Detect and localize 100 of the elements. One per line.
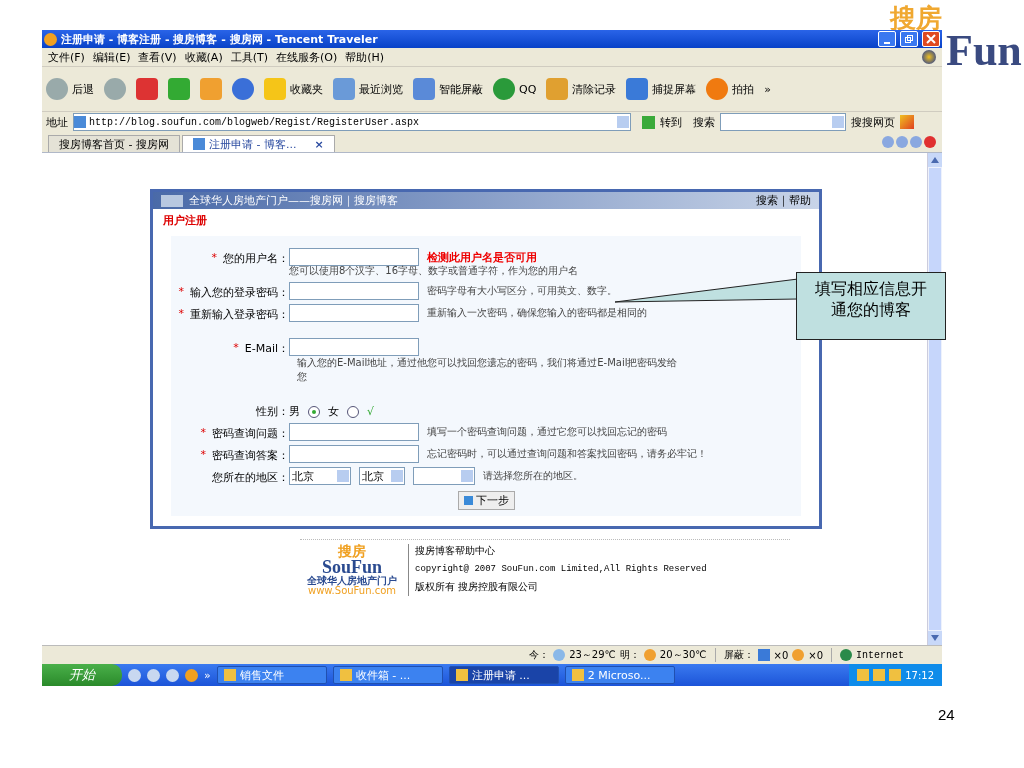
menu-item[interactable]: 在线服务(O)	[276, 49, 338, 65]
status-label: 屏蔽：	[723, 648, 754, 662]
toolbar-button[interactable]	[136, 78, 158, 100]
status-text: 23～29℃	[569, 648, 616, 662]
header-links[interactable]: 搜索｜帮助	[756, 193, 811, 208]
status-text: 20～30℃	[659, 648, 707, 662]
tab-control-icon[interactable]	[910, 136, 922, 148]
field-label: 您所在的地区：	[212, 470, 289, 485]
copyright-text: copyright@ 2007 SouFun.com Limited,All Rights Reserved	[415, 564, 707, 574]
radio-button[interactable]	[308, 405, 320, 418]
toolbar-button[interactable]: 收藏夹	[264, 78, 323, 100]
toolbar-button[interactable]: 最近浏览	[333, 78, 403, 100]
check-mark: √	[367, 405, 374, 418]
menu-item[interactable]: 查看(V)	[138, 49, 177, 65]
hint-text: 密码字母有大小写区分，可用英文、数字。	[427, 284, 617, 298]
select-dropdown[interactable]: 北京	[359, 467, 405, 485]
logo-icon	[161, 194, 183, 207]
taskbar-task[interactable]: 注册申请 ...	[448, 666, 559, 684]
radio-button[interactable]	[347, 405, 359, 418]
input-field[interactable]	[289, 282, 419, 300]
taskbar-task[interactable]: 销售文件	[216, 666, 327, 684]
browser-tab[interactable]: 注册申请 - 博客... ×	[181, 135, 335, 152]
required-mark: *	[233, 341, 239, 356]
menu-item[interactable]: 编辑(E)	[92, 49, 131, 65]
tray-icon[interactable]	[873, 669, 886, 681]
radio-label: 女	[328, 404, 339, 419]
browser-tab[interactable]: 搜房博客首页 - 搜房网	[48, 135, 180, 152]
required-mark: *	[178, 307, 184, 322]
site-title: 全球华人房地产门户——搜房网｜搜房博客	[189, 193, 398, 208]
select-dropdown[interactable]	[413, 467, 475, 485]
toolbar-button[interactable]: 智能屏蔽	[413, 78, 483, 100]
logo-url: www.SouFun.com	[308, 586, 396, 596]
toolbar-button[interactable]: 清除记录	[546, 78, 617, 100]
input-field[interactable]	[289, 304, 419, 322]
close-icon[interactable]	[924, 136, 936, 148]
input-field[interactable]	[289, 248, 419, 266]
restore-icon	[904, 34, 914, 44]
toolbar-button[interactable]: 捕捉屏幕	[626, 78, 697, 100]
scroll-down-icon[interactable]	[928, 631, 942, 645]
taskbar-task[interactable]: 收件箱 - ...	[332, 666, 443, 684]
restore-button[interactable]	[900, 31, 918, 47]
minimize-button[interactable]	[878, 31, 896, 47]
hint-text: 输入您的E-Mail地址，通过他您可以找回您遗忘的密码，我们将通过E-Mail把密码发给您	[297, 356, 679, 384]
toolbar-button[interactable]	[168, 78, 190, 100]
search-label: 搜索	[693, 114, 715, 130]
hint-text: 您可以使用8个汉字、16字母、数字或普通字符，作为您的用户名	[289, 264, 580, 278]
required-mark: *	[211, 251, 217, 266]
menu-item[interactable]: 帮助(H)	[345, 49, 385, 65]
tab-control-icon[interactable]	[882, 136, 894, 148]
field-label: 输入您的登录密码：	[190, 285, 289, 300]
input-field[interactable]	[289, 338, 419, 356]
help-link[interactable]: 搜房博客帮助中心	[415, 544, 707, 558]
field-label: 密码查询答案：	[212, 448, 289, 463]
taskbar-task[interactable]: 2 Microso...	[564, 666, 675, 684]
search-engine-button[interactable]: 搜搜网页	[851, 114, 895, 130]
toolbar-button[interactable]	[232, 78, 254, 100]
address-field[interactable]: http://blog.soufun.com/blogweb/Regist/RegisterUser.aspx	[73, 113, 631, 131]
toolbar-button[interactable]	[104, 78, 126, 100]
field-label: 密码查询问题：	[212, 426, 289, 441]
status-label: 明：	[619, 648, 640, 662]
required-mark: *	[178, 285, 184, 300]
tray-icon[interactable]	[857, 669, 870, 681]
quick-launch-icon[interactable]	[128, 668, 141, 682]
required-mark: *	[200, 426, 206, 441]
tab-control-icon[interactable]	[896, 136, 908, 148]
check-link[interactable]: 检测此用户名是否可用	[427, 249, 537, 265]
toolbar-button[interactable]: 后退	[46, 78, 94, 100]
start-button[interactable]: 开始	[42, 664, 122, 686]
menu-item[interactable]: 收藏(A)	[184, 49, 223, 65]
input-field[interactable]	[289, 423, 419, 441]
status-text: ×0	[808, 649, 823, 661]
menu-item[interactable]: 工具(T)	[230, 49, 268, 65]
status-text: ×0	[773, 649, 789, 661]
input-field[interactable]	[289, 445, 419, 463]
minimize-icon	[884, 41, 890, 44]
logo-text: Fun	[946, 29, 1022, 73]
clock: 17:12	[905, 669, 934, 681]
menu-item[interactable]: 文件(F)	[48, 49, 85, 65]
field-label: E-Mail：	[244, 341, 289, 356]
zone-text: Internet	[856, 649, 905, 661]
select-dropdown[interactable]: 北京	[289, 467, 351, 485]
search-field[interactable]	[720, 113, 846, 131]
next-button[interactable]: 下一步	[457, 491, 515, 510]
app-icon	[44, 32, 57, 46]
page-number: 24	[938, 706, 955, 723]
required-mark: *	[200, 448, 206, 463]
close-button[interactable]	[922, 31, 940, 47]
tray-icon[interactable]	[889, 669, 902, 681]
quick-launch-icon[interactable]	[185, 668, 198, 682]
toolbar-button[interactable]: 拍拍	[706, 78, 755, 100]
quick-launch-icon[interactable]	[166, 668, 179, 682]
field-label: 重新输入登录密码：	[190, 307, 289, 322]
go-button[interactable]: 转到	[636, 114, 688, 130]
status-label: 今：	[529, 648, 550, 662]
scroll-up-icon[interactable]	[928, 153, 942, 167]
hint-text: 填写一个密码查询问题，通过它您可以找回忘记的密码	[427, 425, 667, 439]
logo-text: 搜房	[890, 3, 942, 35]
more-button[interactable]: »	[204, 668, 211, 682]
more-button[interactable]: »	[764, 82, 772, 96]
quick-launch-icon[interactable]	[147, 668, 160, 682]
